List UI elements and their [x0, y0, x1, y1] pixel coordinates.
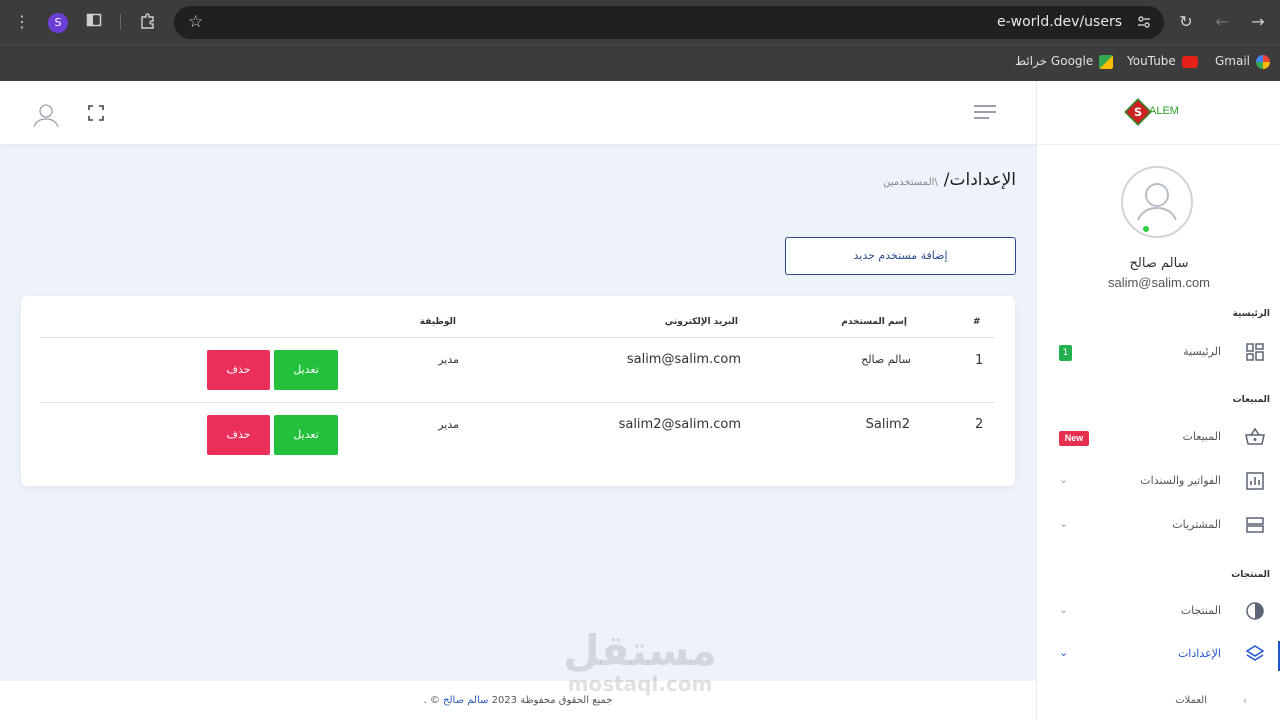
bookmark-maps[interactable]: خرائط Google	[1015, 52, 1114, 70]
sidebar-item-label: الفواتير والسندات	[1140, 474, 1221, 487]
sidebar-user-name: سالم صالح	[1129, 256, 1189, 271]
delete-button[interactable]: حذف	[207, 350, 270, 390]
youtube-icon	[1181, 55, 1198, 68]
add-user-button[interactable]: إضافة مستخدم جديد	[785, 237, 1016, 275]
sidebar-item-settings[interactable]: ⌄ الإعدادات	[1037, 641, 1280, 671]
footer-author-link[interactable]: سالم صالح	[443, 695, 488, 706]
sidebar-user-email: salim@salim.com	[1107, 275, 1211, 290]
table-header-divider	[40, 337, 995, 338]
breadcrumb-current: \المستخدمين	[883, 177, 938, 188]
reload-icon[interactable]: ↻	[1176, 12, 1196, 32]
server-icon	[1245, 515, 1265, 535]
chevron-down-icon: ⌄	[1059, 517, 1069, 530]
table-header-role: الوظيفة	[419, 317, 456, 327]
row-username: Salim2	[865, 417, 910, 432]
google-icon	[1256, 54, 1271, 69]
sidebar-toggle-icon[interactable]	[84, 12, 104, 32]
new-badge: New	[1059, 431, 1089, 446]
online-status-indicator	[1141, 224, 1151, 234]
table-header-email: البريد الإلكتروني	[664, 317, 738, 327]
chevron-down-icon: ⌄	[1059, 603, 1069, 616]
sidebar-subitem-currencies[interactable]: العملات ‹	[1037, 689, 1280, 717]
address-url: e-world.dev/users	[997, 14, 1122, 30]
page-title: الإعدادات/	[943, 170, 1016, 190]
sidebar: S ALEM سالم صالح salim@salim.com الرئيسي…	[1036, 81, 1280, 720]
sidebar-item-label: الرئيسية	[1183, 345, 1221, 358]
browser-toolbar: ⋮ S ☆ e-world.dev/users ↻ ← →	[0, 0, 1280, 45]
row-email: salim@salim.com	[626, 352, 741, 367]
toolbar-divider	[120, 14, 121, 30]
layers-icon	[1245, 644, 1265, 664]
sidebar-item-sales[interactable]: New المبيعات	[1037, 424, 1280, 452]
sidebar-item-purchases[interactable]: ⌄ المشتريات	[1037, 512, 1280, 540]
table-header-number: #	[973, 317, 981, 327]
watermark-main: مستقل	[563, 626, 717, 675]
row-number: 1	[975, 353, 984, 368]
bookmark-label: خرائط Google	[1015, 54, 1094, 68]
footer-text: جميع الحقوق محفوظة 2023	[491, 695, 613, 706]
sidebar-item-label: الإعدادات	[1177, 647, 1221, 660]
chevron-left-icon: ‹	[1242, 694, 1247, 707]
chevron-down-icon: ⌄	[1059, 646, 1069, 659]
delete-button[interactable]: حذف	[207, 415, 270, 455]
logo-mark: S	[1124, 98, 1152, 126]
sidebar-item-invoices[interactable]: ⌄ الفواتير والسندات	[1037, 468, 1280, 496]
bookmark-label: Gmail	[1215, 54, 1251, 68]
dashboard-icon	[1245, 342, 1265, 362]
sidebar-item-products[interactable]: ⌄ المنتجات	[1037, 598, 1280, 626]
logo[interactable]: S ALEM	[1124, 98, 1185, 127]
footer-copyright: جميع الحقوق محفوظة 2023 سالم صالح © .	[0, 695, 1036, 706]
site-settings-icon[interactable]	[1136, 14, 1152, 34]
row-role: مدير	[438, 418, 459, 431]
user-profile-icon[interactable]	[32, 101, 60, 129]
section-title-home: الرئيسية	[1232, 309, 1270, 319]
users-table-card: # إسم المستخدم البريد الإلكتروني الوظيفة…	[21, 296, 1015, 486]
app-header	[0, 81, 1036, 144]
sidebar-item-home[interactable]: 1 الرئيسية	[1037, 339, 1280, 367]
extensions-icon[interactable]	[138, 12, 158, 32]
forward-icon[interactable]: →	[1248, 12, 1268, 32]
sidebar-item-label: العملات	[1175, 695, 1207, 706]
browser-menu-icon[interactable]: ⋮	[12, 12, 32, 32]
bookmark-gmail[interactable]: Gmail	[1215, 52, 1271, 70]
breadcrumb: الإعدادات/ \المستخدمين	[883, 170, 1016, 190]
section-title-sales: المبيعات	[1232, 395, 1270, 405]
contrast-icon	[1245, 601, 1265, 621]
footer: جميع الحقوق محفوظة 2023 سالم صالح © .	[0, 681, 1036, 720]
sidebar-item-label: المشتريات	[1172, 518, 1221, 531]
row-email: salim2@salim.com	[618, 417, 741, 432]
edit-button[interactable]: تعديل	[274, 415, 338, 455]
fullscreen-icon[interactable]	[86, 103, 106, 123]
bookmark-youtube[interactable]: YouTube	[1127, 52, 1198, 70]
row-divider	[40, 402, 995, 403]
footer-suffix: © .	[423, 695, 440, 706]
profile-avatar[interactable]: S	[48, 13, 68, 33]
menu-toggle-icon[interactable]	[974, 105, 996, 121]
bookmark-label: YouTube	[1127, 54, 1176, 68]
avatar	[1121, 166, 1193, 238]
back-icon[interactable]: ←	[1212, 12, 1232, 32]
count-badge: 1	[1059, 345, 1072, 361]
row-number: 2	[975, 417, 984, 432]
row-role: مدير	[438, 353, 459, 366]
sidebar-item-label: المبيعات	[1182, 430, 1221, 443]
table-header-username: إسم المستخدم	[841, 317, 907, 327]
sidebar-item-label: المنتجات	[1180, 604, 1221, 617]
basket-icon	[1245, 427, 1265, 447]
chart-icon	[1245, 471, 1265, 491]
section-title-products: المنتجات	[1231, 570, 1270, 580]
row-username: سالم صالح	[861, 353, 911, 366]
edit-button[interactable]: تعديل	[274, 350, 338, 390]
address-bar[interactable]: ☆ e-world.dev/users	[174, 6, 1164, 39]
sidebar-divider	[1037, 144, 1280, 145]
chevron-down-icon: ⌄	[1059, 473, 1069, 486]
maps-icon	[1099, 54, 1114, 69]
logo-text: ALEM	[1149, 105, 1179, 117]
bookmark-star-icon[interactable]: ☆	[188, 12, 203, 32]
